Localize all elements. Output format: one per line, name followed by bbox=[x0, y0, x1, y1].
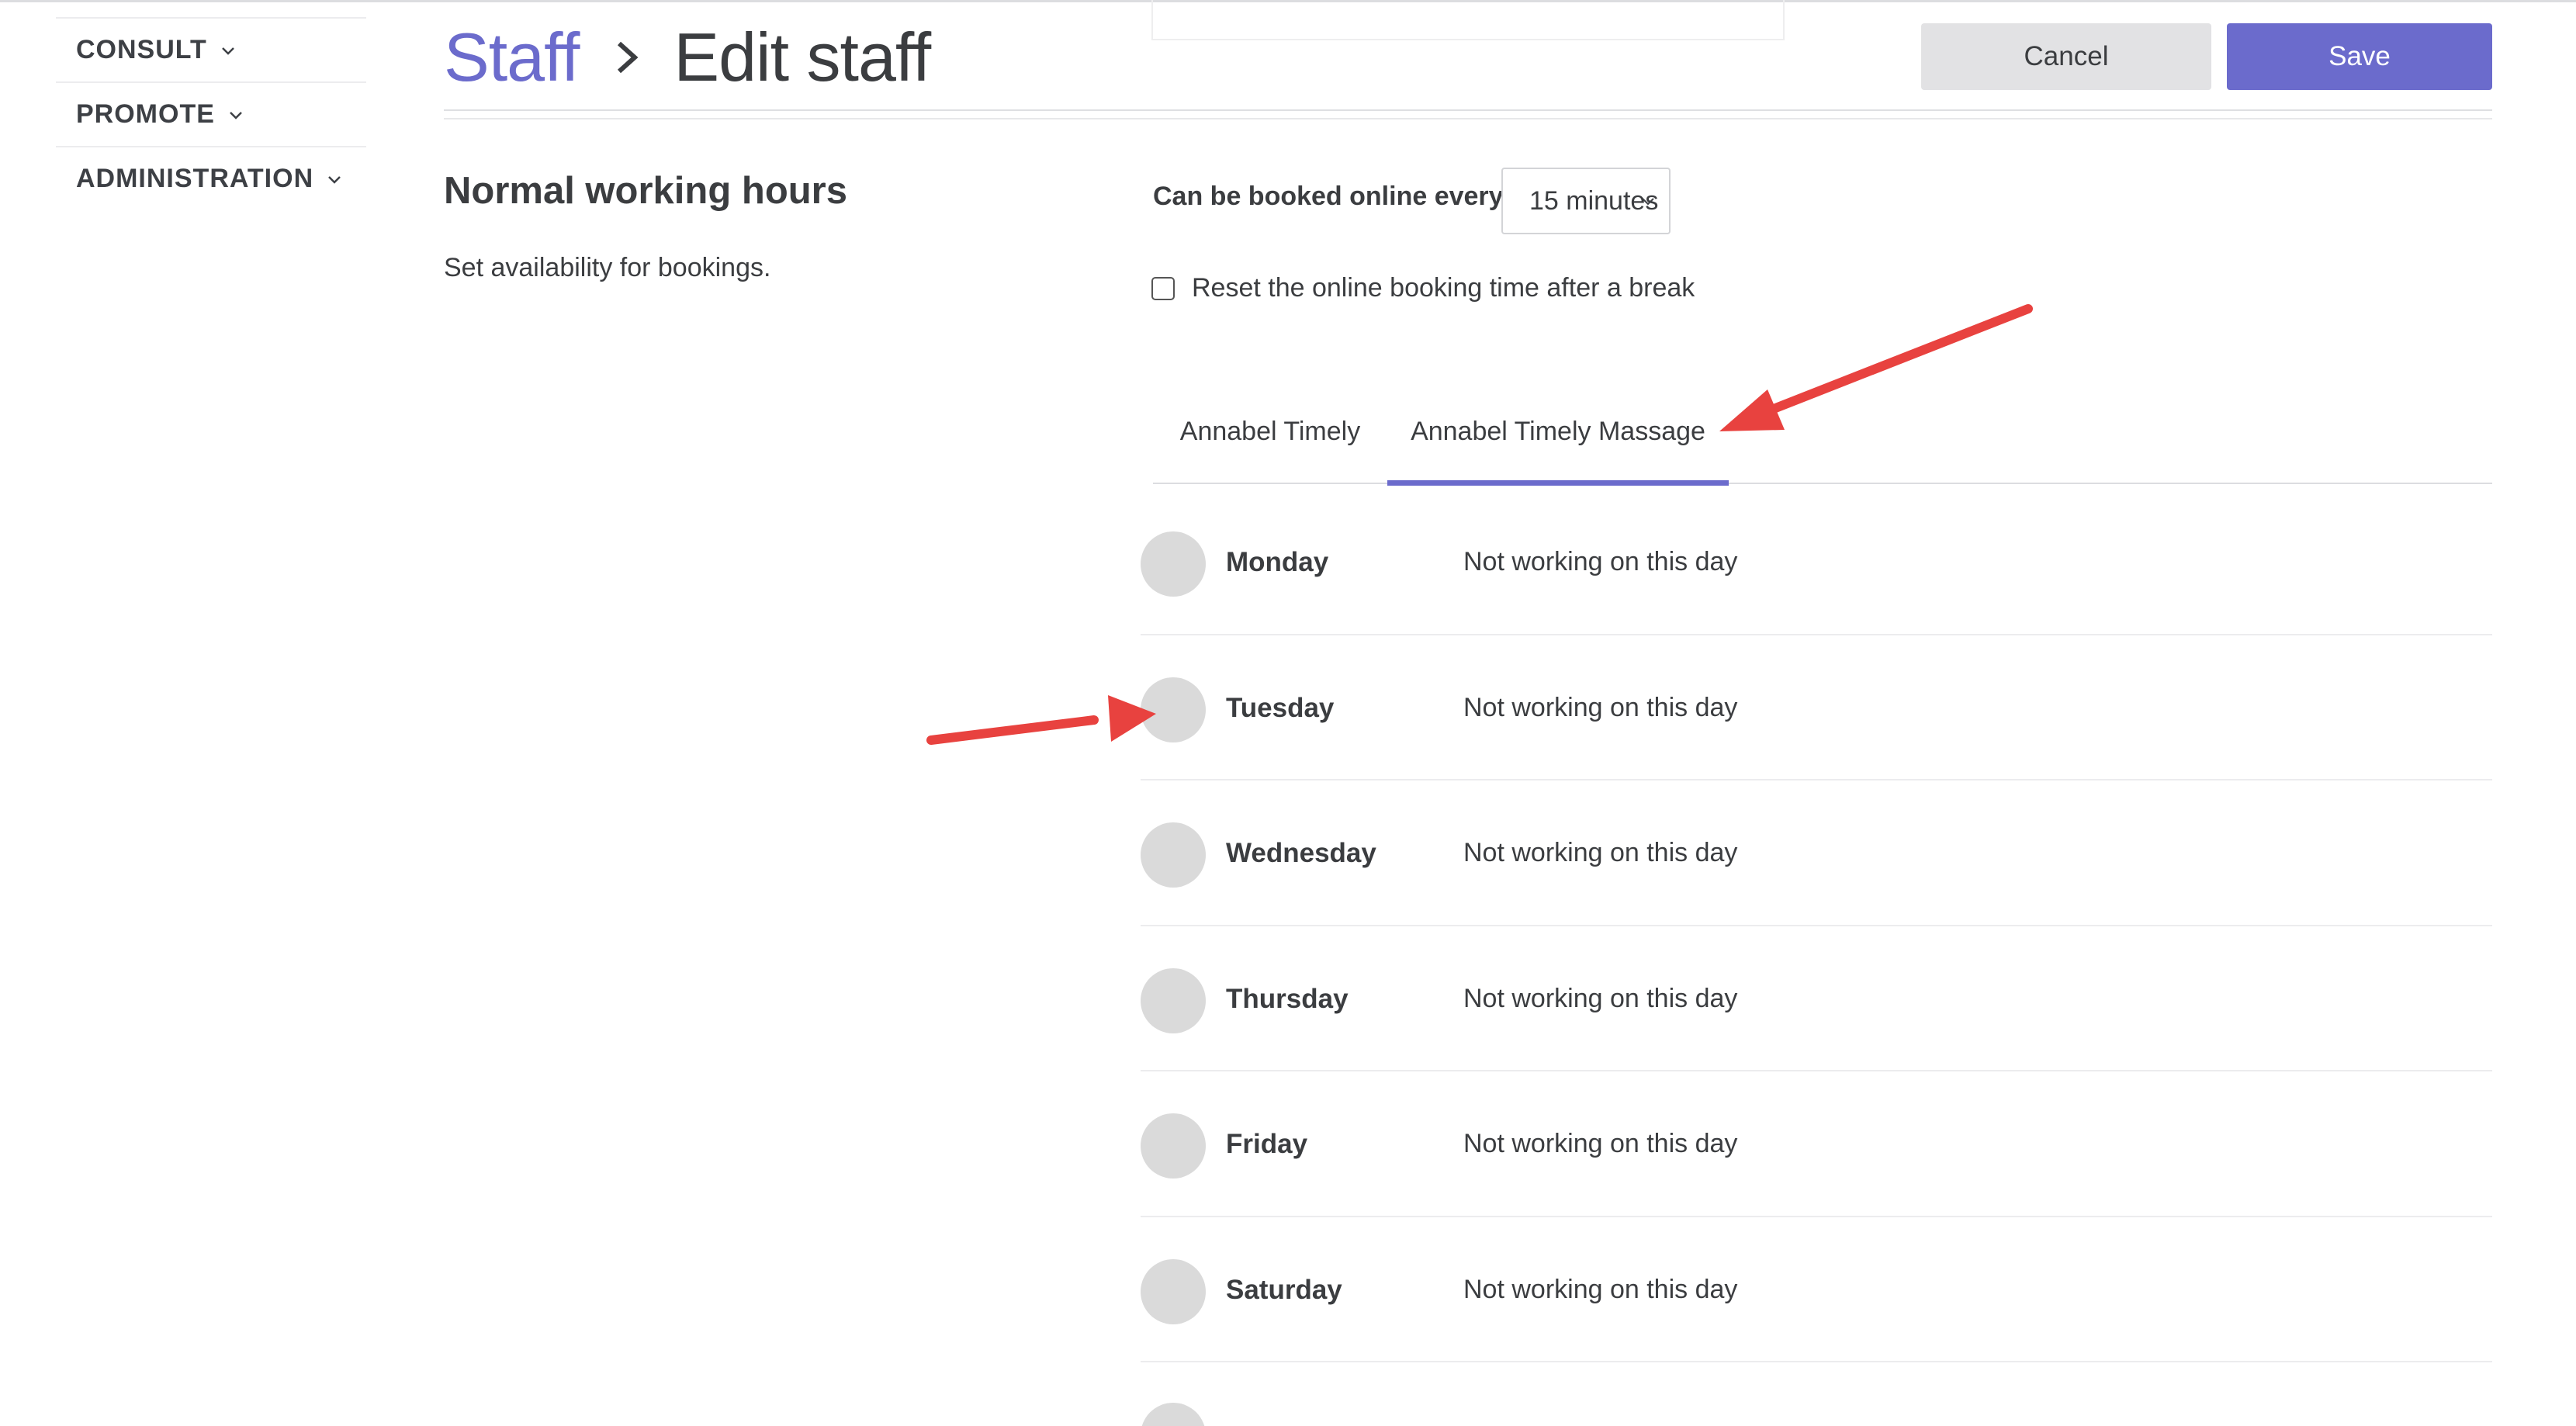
day-row-thursday: Thursday Not working on this day bbox=[1141, 926, 2492, 1071]
day-list: Monday Not working on this day Tuesday N… bbox=[1141, 490, 2492, 1362]
chevron-down-icon bbox=[221, 47, 234, 55]
day-name: Friday bbox=[1226, 1129, 1308, 1159]
breadcrumb: Staff Edit staff bbox=[444, 17, 931, 98]
booking-interval-select[interactable]: 15 minutes bbox=[1501, 168, 1671, 234]
cancel-button[interactable]: Cancel bbox=[1921, 23, 2211, 90]
page-title: Edit staff bbox=[673, 19, 931, 95]
day-status: Not working on this day bbox=[1463, 1274, 1738, 1304]
sidebar-item-promote[interactable]: PROMOTE bbox=[56, 81, 366, 146]
sidebar-item-label: ADMINISTRATION bbox=[76, 164, 314, 193]
day-status: Not working on this day bbox=[1463, 983, 1738, 1013]
day-row-tuesday: Tuesday Not working on this day bbox=[1141, 635, 2492, 780]
day-toggle[interactable] bbox=[1141, 1258, 1206, 1324]
day-name: Thursday bbox=[1226, 983, 1349, 1014]
section-title: Normal working hours bbox=[444, 170, 848, 212]
day-name: Saturday bbox=[1226, 1274, 1342, 1305]
active-tab-indicator bbox=[1387, 480, 1729, 486]
day-row-wednesday: Wednesday Not working on this day bbox=[1141, 780, 2492, 926]
breadcrumb-staff-link[interactable]: Staff bbox=[444, 18, 580, 97]
day-row-saturday: Saturday Not working on this day bbox=[1141, 1217, 2492, 1362]
day-name: Monday bbox=[1226, 547, 1329, 577]
chevron-right-icon bbox=[618, 41, 639, 74]
header-divider bbox=[444, 118, 2492, 119]
chevron-down-icon bbox=[230, 111, 242, 119]
sidebar-item-administration[interactable]: ADMINISTRATION bbox=[56, 146, 366, 210]
day-status: Not working on this day bbox=[1463, 692, 1738, 722]
annotation-arrow bbox=[926, 695, 1156, 745]
day-name: Tuesday bbox=[1226, 692, 1335, 723]
day-toggle[interactable] bbox=[1141, 1113, 1206, 1179]
header-search-area bbox=[1151, 0, 1785, 40]
day-toggle[interactable] bbox=[1141, 822, 1206, 888]
chevron-down-icon bbox=[328, 175, 341, 184]
tab-annabel-timely-massage[interactable]: Annabel Timely Massage bbox=[1387, 388, 1729, 486]
day-toggle[interactable] bbox=[1141, 967, 1206, 1033]
save-button[interactable]: Save bbox=[2227, 23, 2492, 90]
tab-label: Annabel Timely bbox=[1179, 416, 1361, 446]
sidebar: CONSULT PROMOTE ADMINISTRATION bbox=[56, 17, 366, 210]
day-status: Not working on this day bbox=[1463, 1129, 1738, 1158]
reset-booking-checkbox[interactable] bbox=[1151, 276, 1175, 300]
day-name: Wednesday bbox=[1226, 838, 1376, 868]
day-status: Not working on this day bbox=[1463, 547, 1738, 576]
tab-label: Annabel Timely Massage bbox=[1411, 416, 1705, 446]
header-divider bbox=[444, 109, 2492, 111]
day-status: Not working on this day bbox=[1463, 838, 1738, 867]
booking-interval-label: Can be booked online every bbox=[1153, 182, 1504, 211]
tab-annabel-timely[interactable]: Annabel Timely bbox=[1153, 388, 1387, 484]
chevron-down-icon bbox=[1642, 198, 1654, 206]
section-subtitle: Set availability for bookings. bbox=[444, 253, 771, 282]
day-toggle[interactable] bbox=[1141, 1403, 1206, 1426]
reset-booking-label[interactable]: Reset the online booking time after a br… bbox=[1192, 273, 1695, 303]
staff-tabs: Annabel Timely Annabel Timely Massage bbox=[1153, 388, 2492, 486]
sidebar-item-label: PROMOTE bbox=[76, 99, 215, 129]
sidebar-item-label: CONSULT bbox=[76, 35, 207, 64]
page: CONSULT PROMOTE ADMINISTRATION Staff Edi… bbox=[0, 0, 2576, 1426]
reset-booking-row: Reset the online booking time after a br… bbox=[1151, 273, 1695, 303]
day-row-monday: Monday Not working on this day bbox=[1141, 490, 2492, 635]
sidebar-item-consult[interactable]: CONSULT bbox=[56, 17, 366, 81]
day-toggle[interactable] bbox=[1141, 531, 1206, 597]
day-toggle[interactable] bbox=[1141, 677, 1206, 742]
day-row-friday: Friday Not working on this day bbox=[1141, 1071, 2492, 1217]
